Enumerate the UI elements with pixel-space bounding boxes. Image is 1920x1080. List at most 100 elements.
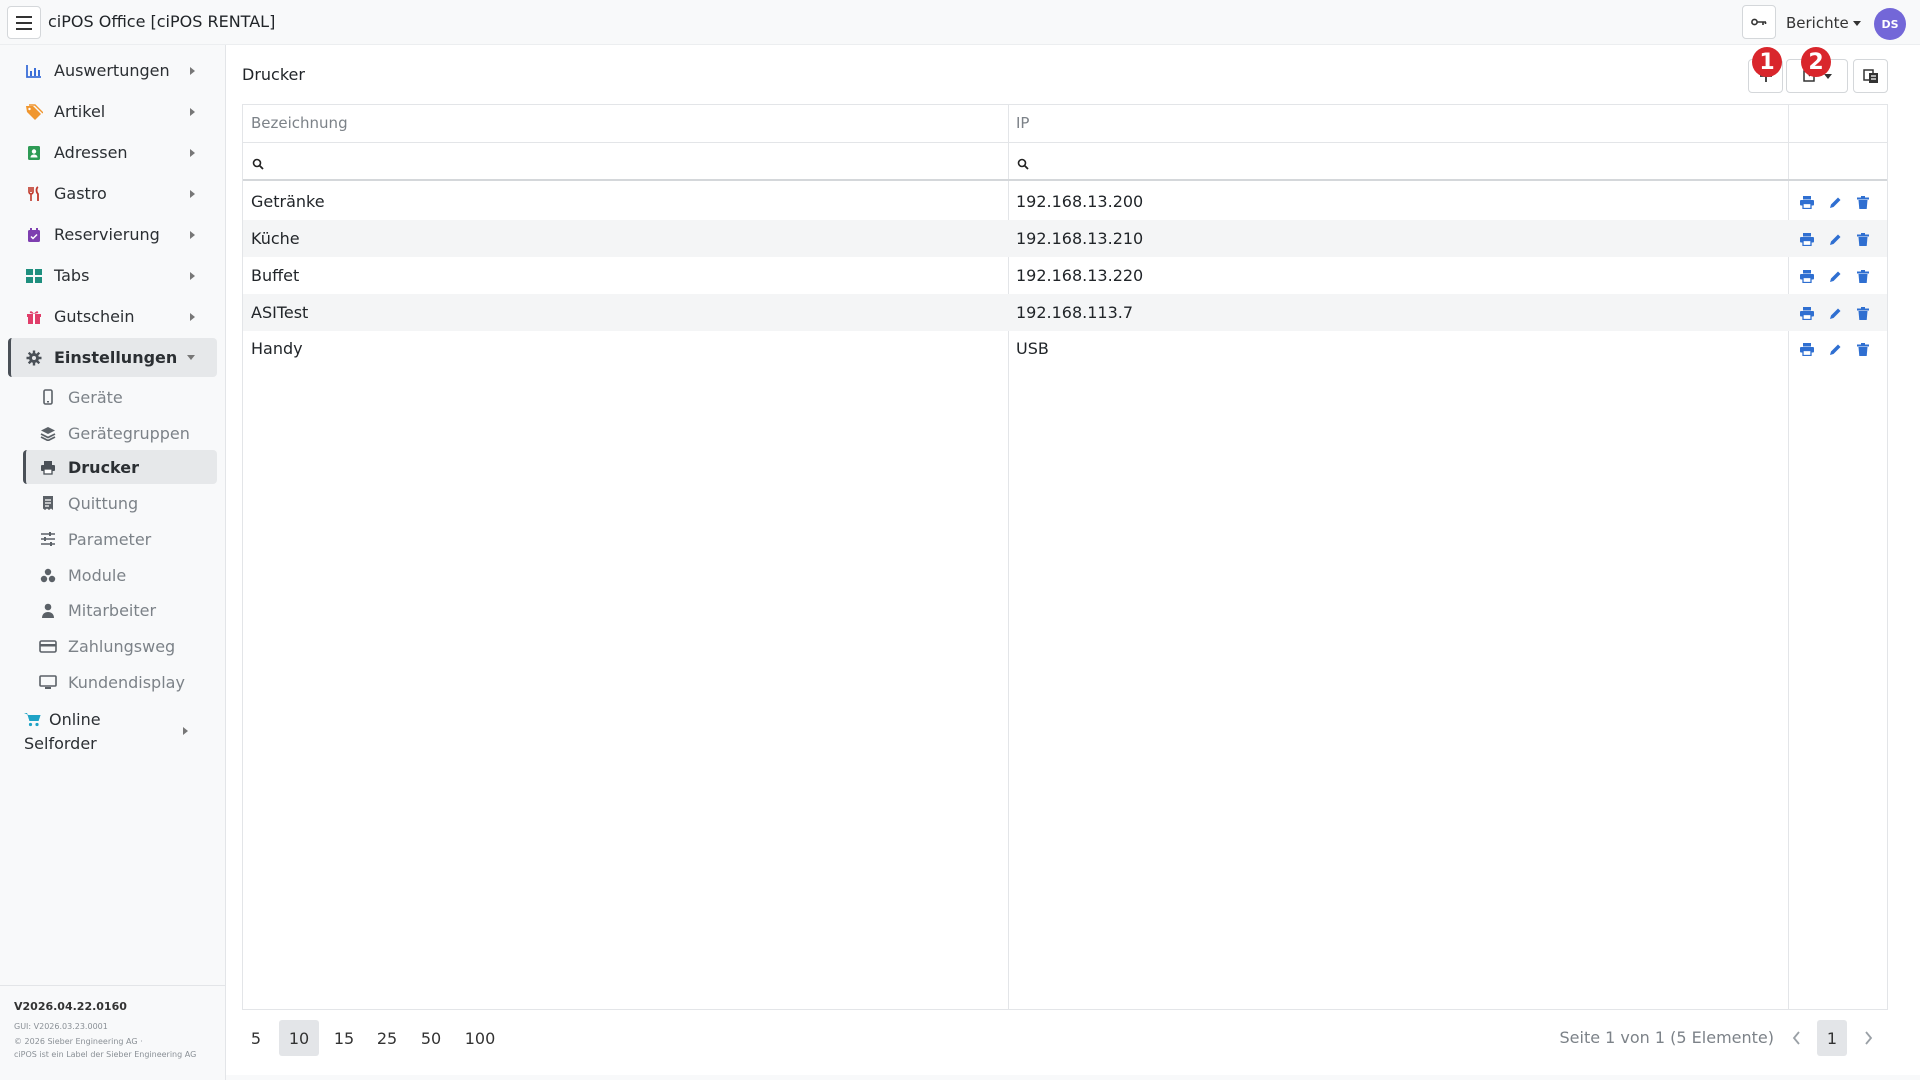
filter-row <box>243 143 1887 181</box>
edit-button[interactable] <box>1826 230 1844 248</box>
key-button[interactable] <box>1742 5 1776 39</box>
sidebar-item-einstellungen[interactable]: Einstellungen <box>8 338 217 377</box>
column-header-bezeichnung[interactable]: Bezeichnung <box>251 114 348 132</box>
table-row[interactable]: ASITest 192.168.113.7 <box>243 294 1887 331</box>
column-header-ip[interactable]: IP <box>1016 114 1029 132</box>
version-label: V2026.04.22.0160 <box>14 1000 127 1013</box>
sidebar-item-adressen[interactable]: Adressen <box>8 133 217 172</box>
sidebar-subitem-quittung[interactable]: Quittung <box>23 486 217 520</box>
sidebar-item-artikel[interactable]: Artikel <box>8 92 217 131</box>
cell-name: Handy <box>251 339 303 358</box>
sidebar-subitem-label: Drucker <box>68 457 139 477</box>
page-size-option-25[interactable]: 25 <box>369 1020 405 1056</box>
sidebar-item-tabs[interactable]: Tabs <box>8 256 217 295</box>
chevron-right-icon <box>190 108 195 116</box>
cutlery-icon <box>24 184 44 204</box>
prev-page-button[interactable] <box>1781 1020 1811 1056</box>
reports-dropdown[interactable]: Berichte <box>1786 14 1861 32</box>
delete-button[interactable] <box>1854 304 1872 322</box>
sidebar-item-auswertungen[interactable]: Auswertungen <box>8 51 217 90</box>
edit-button[interactable] <box>1826 267 1844 285</box>
app-title: ciPOS Office [ciPOS RENTAL] <box>48 12 276 31</box>
sidebar-item-label: Gutschein <box>54 307 135 326</box>
cart-icon <box>24 711 41 733</box>
print-test-button[interactable] <box>1798 340 1816 358</box>
pagination-bar: 5 10 15 25 50 100 Seite 1 von 1 (5 Eleme… <box>242 1020 1888 1056</box>
table-row[interactable]: Buffet 192.168.13.220 <box>243 257 1887 294</box>
table-row[interactable]: Küche 192.168.13.210 <box>243 220 1887 257</box>
pencil-icon <box>1829 308 1840 319</box>
sidebar-subitem-label: Module <box>68 565 127 585</box>
avatar[interactable]: DS <box>1874 8 1906 40</box>
copy-icon <box>1862 68 1878 83</box>
trash-icon <box>1857 269 1869 283</box>
sidebar-subitem-kundendisplay[interactable]: Kundendisplay <box>23 665 217 699</box>
page-button-1[interactable]: 1 <box>1817 1020 1847 1056</box>
edit-button[interactable] <box>1826 340 1844 358</box>
trash-icon <box>1857 195 1869 209</box>
delete-button[interactable] <box>1854 267 1872 285</box>
page-info: Seite 1 von 1 (5 Elemente) <box>1559 1028 1775 1047</box>
sliders-icon <box>38 529 58 549</box>
filter-ip-input[interactable] <box>1017 155 1029 174</box>
sidebar-item-gutschein[interactable]: Gutschein <box>8 297 217 336</box>
copy-button[interactable] <box>1853 59 1888 93</box>
gift-icon <box>24 307 44 327</box>
sidebar-subitem-mitarbeiter[interactable]: Mitarbeiter <box>23 593 217 627</box>
page-size-option-10[interactable]: 10 <box>279 1020 319 1056</box>
export-dropdown-button[interactable]: 2 <box>1786 47 1848 93</box>
page-size-option-50[interactable]: 50 <box>413 1020 449 1056</box>
print-test-button[interactable] <box>1798 304 1816 322</box>
sidebar-subitem-zahlungsweg[interactable]: Zahlungsweg <box>23 629 217 663</box>
add-button[interactable]: 1 <box>1748 47 1783 93</box>
cell-ip: USB <box>1016 339 1049 358</box>
page-size-option-5[interactable]: 5 <box>242 1020 270 1056</box>
receipt-icon <box>38 493 58 513</box>
pencil-icon <box>1829 271 1840 282</box>
sidebar-item-gastro[interactable]: Gastro <box>8 174 217 213</box>
trash-icon <box>1857 232 1869 246</box>
sidebar-subitem-parameter[interactable]: Parameter <box>23 522 217 556</box>
cell-ip: 192.168.13.210 <box>1016 229 1144 248</box>
sidebar-item-label: Reservierung <box>54 225 160 244</box>
printer-icon <box>1800 232 1814 246</box>
sidebar-subitem-module[interactable]: Module <box>23 558 217 592</box>
sidebar-subitem-geraetegruppen[interactable]: Gerätegruppen <box>23 416 217 450</box>
print-test-button[interactable] <box>1798 267 1816 285</box>
print-test-button[interactable] <box>1798 230 1816 248</box>
table-row[interactable]: Getränke 192.168.13.200 <box>243 183 1887 220</box>
filter-bezeichnung-input[interactable] <box>252 155 264 174</box>
printer-icon <box>1800 195 1814 209</box>
printer-icon <box>1800 269 1814 283</box>
sidebar-footer: V2026.04.22.0160 GUI: V2026.03.23.0001 ©… <box>0 985 225 1075</box>
edit-button[interactable] <box>1826 304 1844 322</box>
sidebar-subitem-drucker[interactable]: Drucker <box>23 450 217 484</box>
sidebar-subitem-geraete[interactable]: Geräte <box>23 380 217 414</box>
edit-button[interactable] <box>1826 193 1844 211</box>
delete-button[interactable] <box>1854 340 1872 358</box>
sidebar-item-reservierung[interactable]: Reservierung <box>8 215 217 254</box>
modules-icon <box>38 565 58 585</box>
sidebar-item-online-selforder[interactable]: Online Selforder <box>24 709 214 755</box>
main-panel: Drucker 1 2 Bezeichnung IP Getränke 192.… <box>226 45 1920 1075</box>
page-title: Drucker <box>242 65 305 84</box>
sidebar-item-label-line2: Selforder <box>24 734 97 753</box>
table-row[interactable]: Handy USB <box>243 330 1887 367</box>
sidebar-item-label: Online <box>49 710 101 729</box>
delete-button[interactable] <box>1854 230 1872 248</box>
page-size-option-15[interactable]: 15 <box>326 1020 362 1056</box>
reports-label: Berichte <box>1786 14 1849 32</box>
printer-table: Bezeichnung IP Getränke 192.168.13.200 K… <box>242 104 1888 1010</box>
cell-name: Küche <box>251 229 300 248</box>
gui-version: GUI: V2026.03.23.0001 <box>14 1022 108 1031</box>
print-test-button[interactable] <box>1798 193 1816 211</box>
sidebar-subitem-label: Mitarbeiter <box>68 600 157 620</box>
menu-toggle-button[interactable] <box>7 6 41 39</box>
chevron-right-icon <box>190 313 195 321</box>
sidebar-item-label: Tabs <box>54 266 90 285</box>
sidebar: Auswertungen Artikel Adressen Gastro Res… <box>0 45 226 1080</box>
next-page-button[interactable] <box>1853 1020 1883 1056</box>
page-size-option-100[interactable]: 100 <box>457 1020 503 1056</box>
delete-button[interactable] <box>1854 193 1872 211</box>
chevron-right-icon <box>1864 1031 1872 1045</box>
